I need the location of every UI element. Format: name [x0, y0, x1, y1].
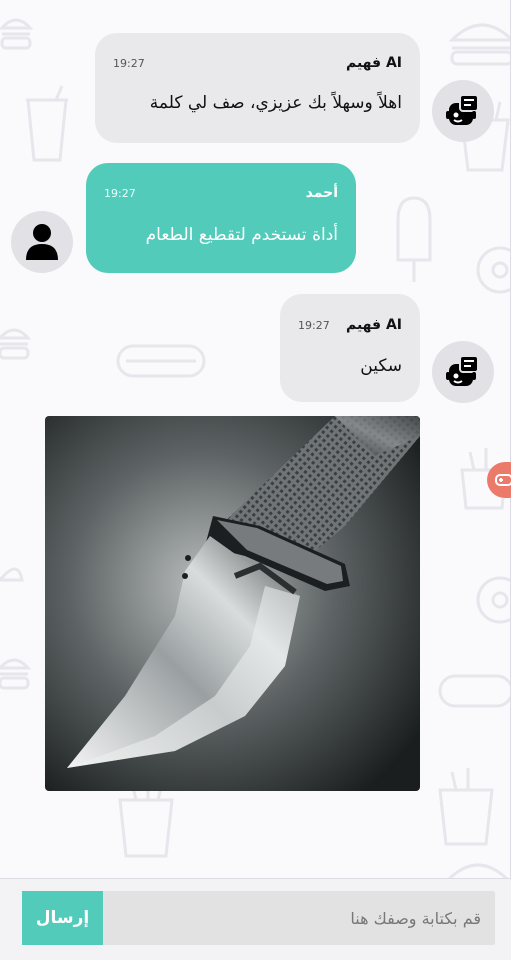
message-time: 19:27 [104, 187, 136, 200]
chatbot-icon [446, 355, 479, 386]
chatbot-icon [446, 94, 479, 125]
sender-name: فهيم AI [345, 317, 402, 333]
bot-avatar [432, 341, 494, 403]
message-text: أداة تستخدم لتقطيع الطعام [145, 225, 338, 245]
message-bubble-ai: فهيم AI 19:27 سكين [280, 294, 420, 402]
gamepad-icon [495, 474, 511, 486]
person-icon [26, 224, 58, 260]
message-time: 19:27 [298, 319, 330, 332]
generated-knife-image [45, 416, 420, 791]
sender-name: أحمد [305, 185, 338, 201]
message-text: سكين [360, 356, 402, 376]
send-button[interactable]: إرسال [22, 891, 103, 945]
message-time: 19:27 [113, 57, 145, 70]
bot-avatar [432, 80, 494, 142]
message-input[interactable] [103, 891, 495, 945]
sender-name: فهيم AI [345, 55, 402, 71]
message-bubble-user: أحمد 19:27 أداة تستخدم لتقطيع الطعام [86, 163, 356, 273]
side-game-tab-button[interactable] [487, 462, 511, 498]
message-text: اهلاً وسهلاً بك عزيزي، صف لي كلمة [149, 93, 402, 113]
user-avatar [11, 211, 73, 273]
message-bubble-ai: فهيم AI 19:27 اهلاً وسهلاً بك عزيزي، صف … [95, 33, 420, 143]
